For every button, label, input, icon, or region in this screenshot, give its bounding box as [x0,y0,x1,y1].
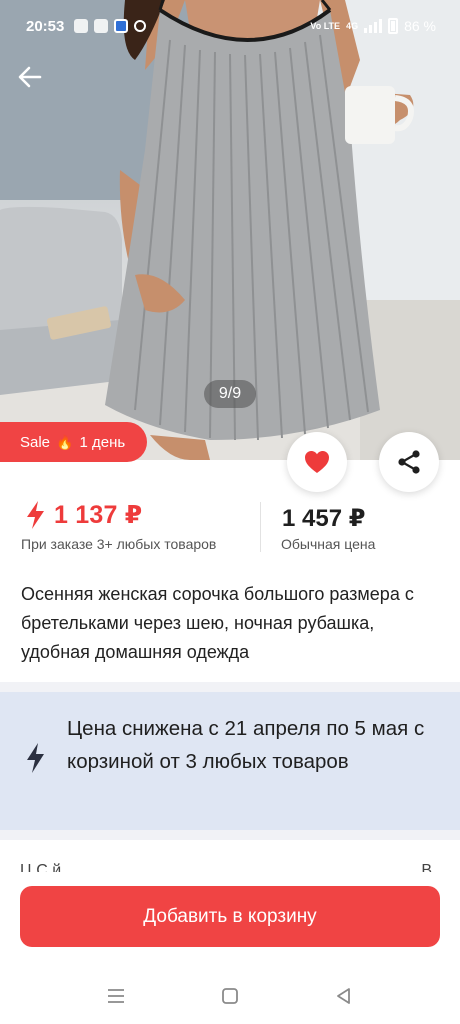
fire-icon: 🔥 [56,433,74,450]
share-button[interactable] [379,432,439,492]
gallery-counter: 9/9 [204,380,256,408]
product-title: Осенняя женская сорочка большого размера… [21,584,414,662]
promo-text: Цена снижена с 21 апреля по 5 мая с корз… [67,717,425,773]
status-bar: 20:53 Vo LTE 4G 86 % [0,0,460,52]
menu-icon[interactable] [106,986,126,1006]
add-to-cart-button[interactable]: Добавить в корзину [20,886,440,947]
sale-price-note: При заказе 3+ любых товаров [21,536,217,552]
battery-level: 86 % [404,18,436,34]
heart-icon [305,451,329,473]
product-image[interactable]: 20:53 Vo LTE 4G 86 % 9/9 [0,0,460,460]
section-divider [0,682,460,692]
back-triangle-icon[interactable] [334,986,354,1006]
favorite-button[interactable] [287,432,347,492]
network-type: 4G [346,20,359,31]
arrow-left-icon [18,66,42,88]
promo-banner[interactable]: Цена снижена с 21 апреля по 5 мая с корз… [0,692,460,830]
search-icon [134,20,147,32]
sale-duration: 1 день [79,433,126,451]
sale-label: Sale [20,433,51,451]
gallery-icon [74,19,89,33]
music-icon [94,19,109,33]
section-divider [0,830,460,840]
lightning-icon [27,501,44,529]
notification-icons [74,19,147,33]
battery-icon [388,18,399,34]
price-block: 1 137 ₽ При заказе 3+ любых товаров 1 45… [0,500,460,560]
shield-icon [114,19,129,33]
network-indicator: Vo LTE [310,20,341,31]
signal-icon [364,19,383,33]
back-button[interactable] [18,66,54,102]
share-icon [398,450,420,474]
regular-price-note: Обычная цена [281,536,376,552]
sale-price-value: 1 137 ₽ [54,501,143,529]
lightning-icon [27,743,44,773]
price-divider [260,502,261,552]
home-icon[interactable] [220,986,240,1006]
sale-price: 1 137 ₽ [24,500,142,530]
status-time: 20:53 [26,17,65,35]
system-nav-bar [0,964,460,1024]
sale-badge: Sale 🔥 1 день [0,422,148,462]
regular-price-value: 1 457 ₽ [282,505,366,532]
